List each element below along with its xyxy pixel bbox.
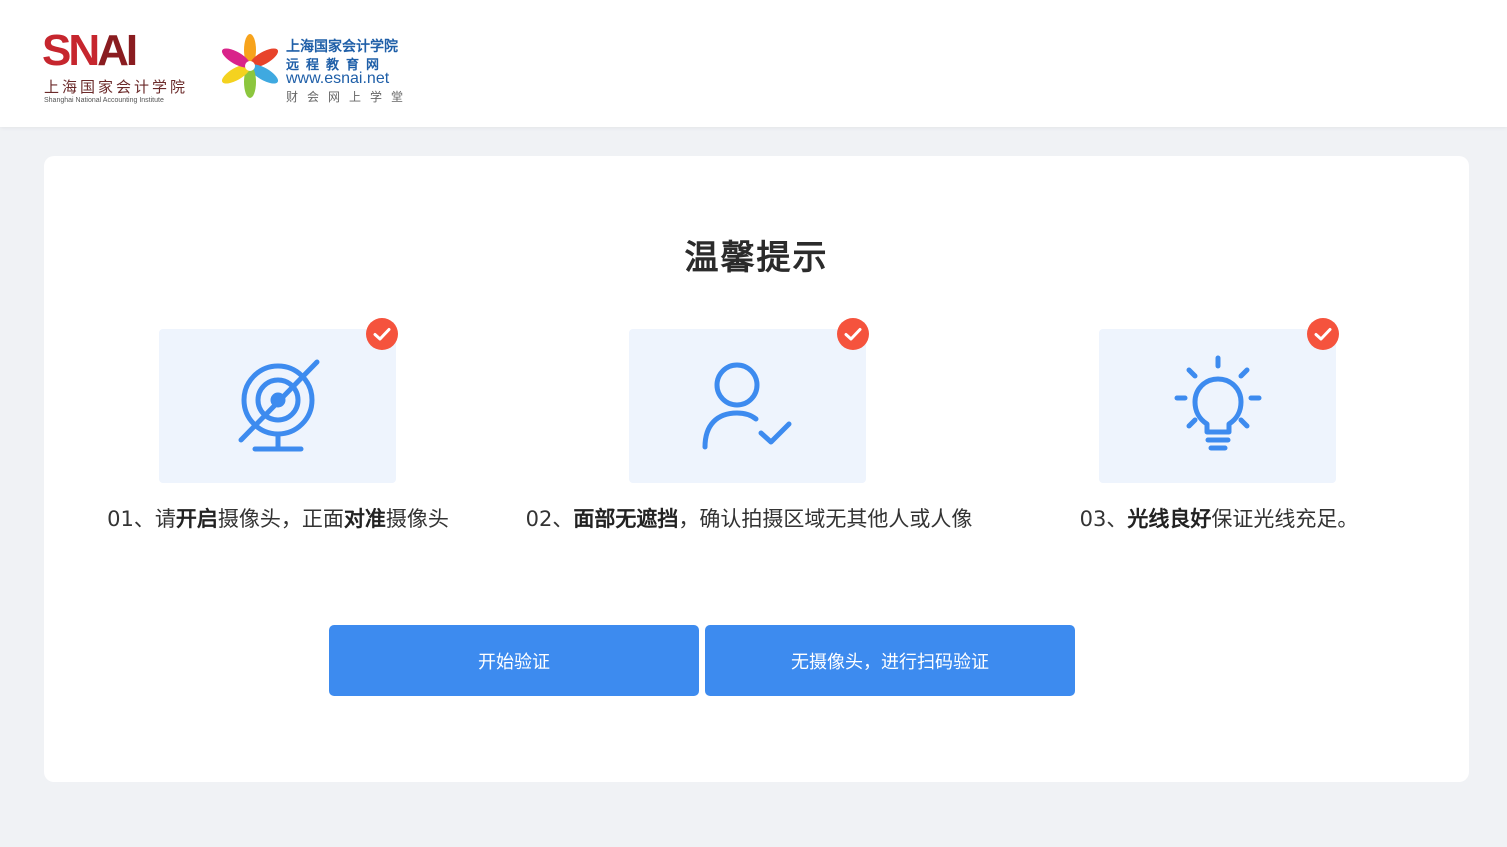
esnai-line4: 财会网上学堂: [286, 90, 413, 104]
tips-card: 温馨提示 01、请开启摄像头，正面对准摄像头 02、面部无遮挡，确认拍摄区域无其…: [44, 156, 1469, 782]
snai-wordmark: SNAI: [42, 26, 138, 75]
scan-verify-button[interactable]: 无摄像头，进行扫码验证: [705, 625, 1075, 696]
lightbulb-icon: [1174, 355, 1261, 451]
check-badge-icon: [366, 318, 398, 350]
page-header: SNAI 上海国家会计学院 Shanghai National Accounti…: [0, 0, 1507, 127]
flower-logo-icon: [221, 34, 279, 98]
user-check-icon: [702, 362, 791, 450]
check-badge-icon: [837, 318, 869, 350]
esnai-url: www.esnai.net: [286, 70, 390, 87]
tip-tile-face: [629, 329, 866, 483]
check-badge-icon: [1307, 318, 1339, 350]
camera-icon: [238, 359, 319, 452]
tip-text-2: 02、面部无遮挡，确认拍摄区域无其他人或人像: [525, 507, 973, 531]
snai-logo[interactable]: SNAI 上海国家会计学院 Shanghai National Accounti…: [42, 26, 200, 108]
tip-tile-light: [1099, 329, 1336, 483]
snai-name-en: Shanghai National Accounting Institute: [44, 97, 164, 104]
snai-name-cn: 上海国家会计学院: [44, 78, 189, 96]
tip-tile-camera: [159, 329, 396, 483]
tip-text-3: 03、光线良好保证光线充足。: [1079, 507, 1359, 531]
esnai-logo[interactable]: 上海国家会计学院 远程教育网 www.esnai.net 财会网上学堂: [220, 30, 416, 106]
page-title: 温馨提示: [684, 238, 829, 278]
start-verify-button[interactable]: 开始验证: [329, 625, 699, 696]
esnai-line1: 上海国家会计学院: [286, 39, 398, 55]
tip-text-1: 01、请开启摄像头，正面对准摄像头: [107, 507, 449, 531]
